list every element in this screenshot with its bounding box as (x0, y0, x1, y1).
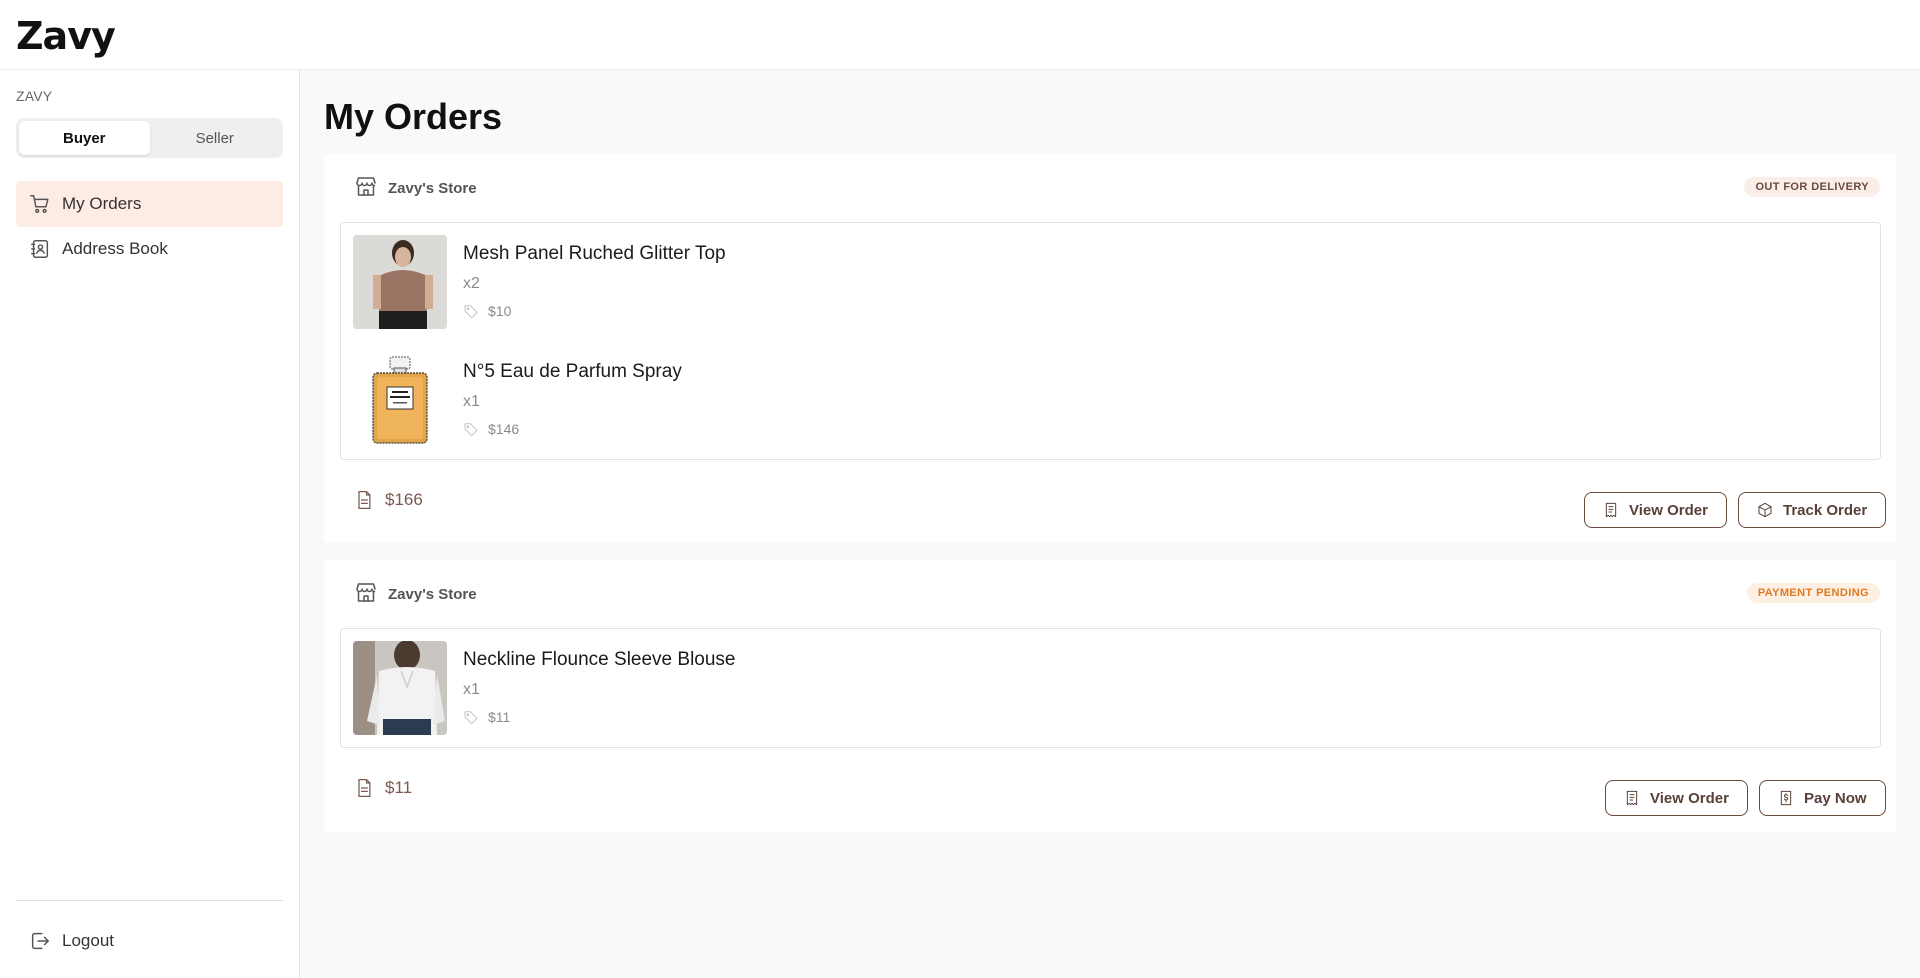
sidebar-item-label: Address Book (62, 239, 168, 258)
main-content: My Orders Zavy's Store OUT FOR DELIVERY (301, 70, 1920, 978)
item-price-value: $11 (488, 709, 511, 725)
top-bar: Zavy (0, 0, 1920, 70)
address-book-icon (29, 238, 51, 260)
invoice-icon (358, 491, 371, 509)
order-total: $11 (354, 778, 412, 798)
item-price-value: $10 (488, 303, 512, 319)
price-tag-icon (464, 305, 478, 319)
sidebar-brand-label: ZAVY (16, 88, 53, 104)
item-price: $146 (463, 421, 682, 437)
store-name: Zavy's Store (388, 180, 477, 197)
track-order-button[interactable]: Track Order (1738, 492, 1887, 528)
receipt-icon (1626, 790, 1638, 806)
list-item[interactable]: Mesh Panel Ruched Glitter Top x2 $10 (353, 235, 726, 329)
sidebar-item-label: My Orders (62, 194, 142, 213)
package-icon (1758, 502, 1772, 518)
role-toggle: Buyer Seller (16, 118, 283, 158)
item-quantity: x1 (463, 393, 480, 410)
role-buyer-tab[interactable]: Buyer (19, 121, 150, 155)
sidebar-divider (16, 900, 283, 901)
status-badge: PAYMENT PENDING (1746, 583, 1880, 603)
sidebar-item-address-book[interactable]: Address Book (16, 226, 283, 272)
order-total: $166 (354, 490, 423, 510)
price-tag-icon (464, 711, 478, 725)
pay-now-label: Pay Now (1804, 789, 1867, 807)
price-tag-icon (464, 423, 478, 437)
view-order-label: View Order (1629, 501, 1708, 519)
sidebar-item-my-orders[interactable]: My Orders (16, 181, 283, 227)
logout-icon (29, 930, 51, 952)
order-items-list: Mesh Panel Ruched Glitter Top x2 $10 N°5… (340, 222, 1881, 460)
list-item[interactable]: Neckline Flounce Sleeve Blouse x1 $11 (353, 641, 736, 735)
logout-label: Logout (62, 931, 114, 950)
logout-button[interactable]: Logout (16, 918, 283, 964)
store-icon (354, 174, 378, 203)
store-icon (354, 580, 378, 609)
bill-icon (1780, 790, 1792, 806)
item-name[interactable]: N°5 Eau de Parfum Spray (463, 361, 682, 383)
item-quantity: x2 (463, 275, 480, 292)
order-card: Zavy's Store OUT FOR DELIVERY Mesh Panel… (324, 154, 1896, 543)
status-badge: OUT FOR DELIVERY (1744, 177, 1880, 197)
list-item[interactable]: N°5 Eau de Parfum Spray x1 $146 (353, 353, 682, 447)
order-store-header: Zavy's Store (354, 174, 477, 203)
item-name[interactable]: Mesh Panel Ruched Glitter Top (463, 243, 726, 265)
app-logo[interactable]: Zavy (16, 14, 116, 58)
cart-icon (29, 193, 51, 215)
invoice-icon (358, 779, 371, 797)
order-card: Zavy's Store PAYMENT PENDING Neckline Fl… (324, 560, 1896, 832)
receipt-icon (1605, 502, 1617, 518)
item-price-value: $146 (488, 421, 520, 437)
order-store-header: Zavy's Store (354, 580, 477, 609)
item-price: $10 (463, 303, 726, 319)
view-order-button[interactable]: View Order (1605, 780, 1748, 816)
view-order-label: View Order (1650, 789, 1729, 807)
item-name[interactable]: Neckline Flounce Sleeve Blouse (463, 649, 736, 671)
product-image (353, 641, 447, 735)
role-seller-tab[interactable]: Seller (150, 121, 281, 155)
product-image (353, 353, 447, 447)
order-items-list: Neckline Flounce Sleeve Blouse x1 $11 (340, 628, 1881, 748)
sidebar: ZAVY Buyer Seller My Orders Address Book… (0, 70, 300, 978)
view-order-button[interactable]: View Order (1584, 492, 1727, 528)
track-order-label: Track Order (1783, 501, 1868, 519)
pay-now-button[interactable]: Pay Now (1759, 780, 1886, 816)
product-image (353, 235, 447, 329)
item-price: $11 (463, 709, 736, 725)
store-name: Zavy's Store (388, 586, 477, 603)
item-quantity: x1 (463, 681, 480, 698)
page-title: My Orders (324, 96, 503, 137)
order-total-value: $11 (385, 778, 413, 797)
order-total-value: $166 (385, 490, 423, 509)
